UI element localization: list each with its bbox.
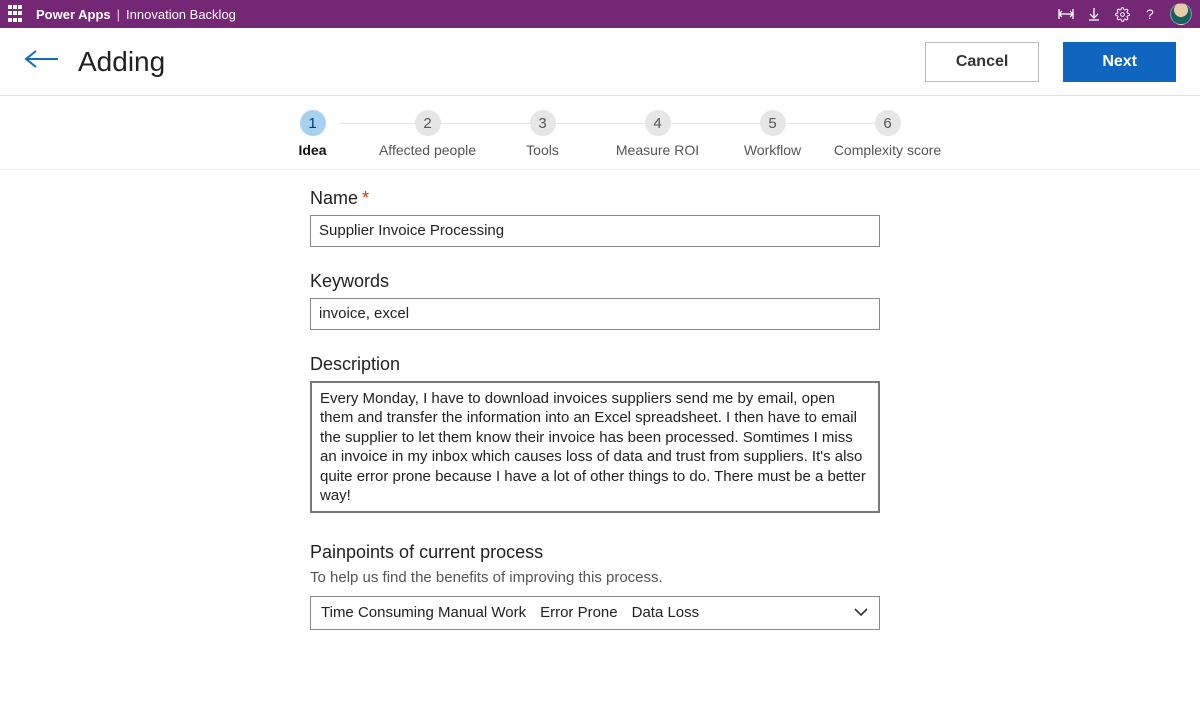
description-textarea[interactable] — [310, 381, 880, 513]
field-description: Description — [310, 354, 900, 518]
painpoints-combobox[interactable]: Time Consuming Manual Work Error Prone D… — [310, 596, 880, 630]
name-input[interactable] — [310, 215, 880, 247]
page-header: Adding Cancel Next — [0, 28, 1200, 96]
step-number: 5 — [760, 110, 786, 136]
step-label: Workflow — [715, 142, 830, 159]
step-tools[interactable]: 3 Tools — [485, 110, 600, 159]
idea-form: Name* Keywords Description Painpoints of… — [300, 188, 900, 630]
step-label: Complexity score — [830, 142, 945, 159]
field-keywords: Keywords — [310, 271, 900, 330]
global-topbar: Power Apps | Innovation Backlog ? — [0, 0, 1200, 28]
name-label: Name* — [310, 188, 900, 209]
wizard-stepper: 1 Idea 2 Affected people 3 Tools 4 Measu… — [0, 96, 1200, 170]
help-icon[interactable]: ? — [1136, 0, 1164, 28]
step-number: 4 — [645, 110, 671, 136]
step-number: 1 — [300, 110, 326, 136]
step-idea[interactable]: 1 Idea — [255, 110, 370, 159]
chevron-down-icon — [853, 604, 869, 621]
svg-text:?: ? — [1146, 6, 1154, 22]
page-title: Adding — [78, 46, 925, 78]
step-number: 6 — [875, 110, 901, 136]
field-name: Name* — [310, 188, 900, 247]
brand-label: Power Apps — [36, 7, 111, 22]
painpoints-selected-tags: Time Consuming Manual Work Error Prone D… — [321, 604, 699, 621]
keywords-input[interactable] — [310, 298, 880, 330]
app-launcher-icon[interactable] — [8, 5, 26, 23]
settings-gear-icon[interactable] — [1108, 0, 1136, 28]
cancel-button[interactable]: Cancel — [925, 42, 1039, 82]
required-asterisk: * — [362, 188, 369, 208]
field-painpoints: Painpoints of current process To help us… — [310, 542, 900, 630]
download-icon[interactable] — [1080, 0, 1108, 28]
description-label: Description — [310, 354, 900, 375]
step-complexity-score[interactable]: 6 Complexity score — [830, 110, 945, 159]
painpoint-tag: Error Prone — [540, 604, 618, 621]
keywords-label: Keywords — [310, 271, 900, 292]
step-label: Measure ROI — [600, 142, 715, 159]
app-name: Innovation Backlog — [126, 7, 236, 22]
step-measure-roi[interactable]: 4 Measure ROI — [600, 110, 715, 159]
painpoints-label: Painpoints of current process — [310, 542, 900, 563]
step-workflow[interactable]: 5 Workflow — [715, 110, 830, 159]
step-label: Affected people — [370, 142, 485, 159]
step-label: Idea — [255, 142, 370, 159]
painpoints-hint: To help us find the benefits of improvin… — [310, 569, 900, 586]
step-number: 2 — [415, 110, 441, 136]
user-avatar[interactable] — [1170, 3, 1192, 25]
brand-divider: | — [117, 7, 120, 22]
step-number: 3 — [530, 110, 556, 136]
step-affected-people[interactable]: 2 Affected people — [370, 110, 485, 159]
step-label: Tools — [485, 142, 600, 159]
painpoint-tag: Time Consuming Manual Work — [321, 604, 526, 621]
back-arrow-icon[interactable] — [24, 49, 60, 74]
fit-to-screen-icon[interactable] — [1052, 0, 1080, 28]
next-button[interactable]: Next — [1063, 42, 1176, 82]
painpoint-tag: Data Loss — [632, 604, 700, 621]
